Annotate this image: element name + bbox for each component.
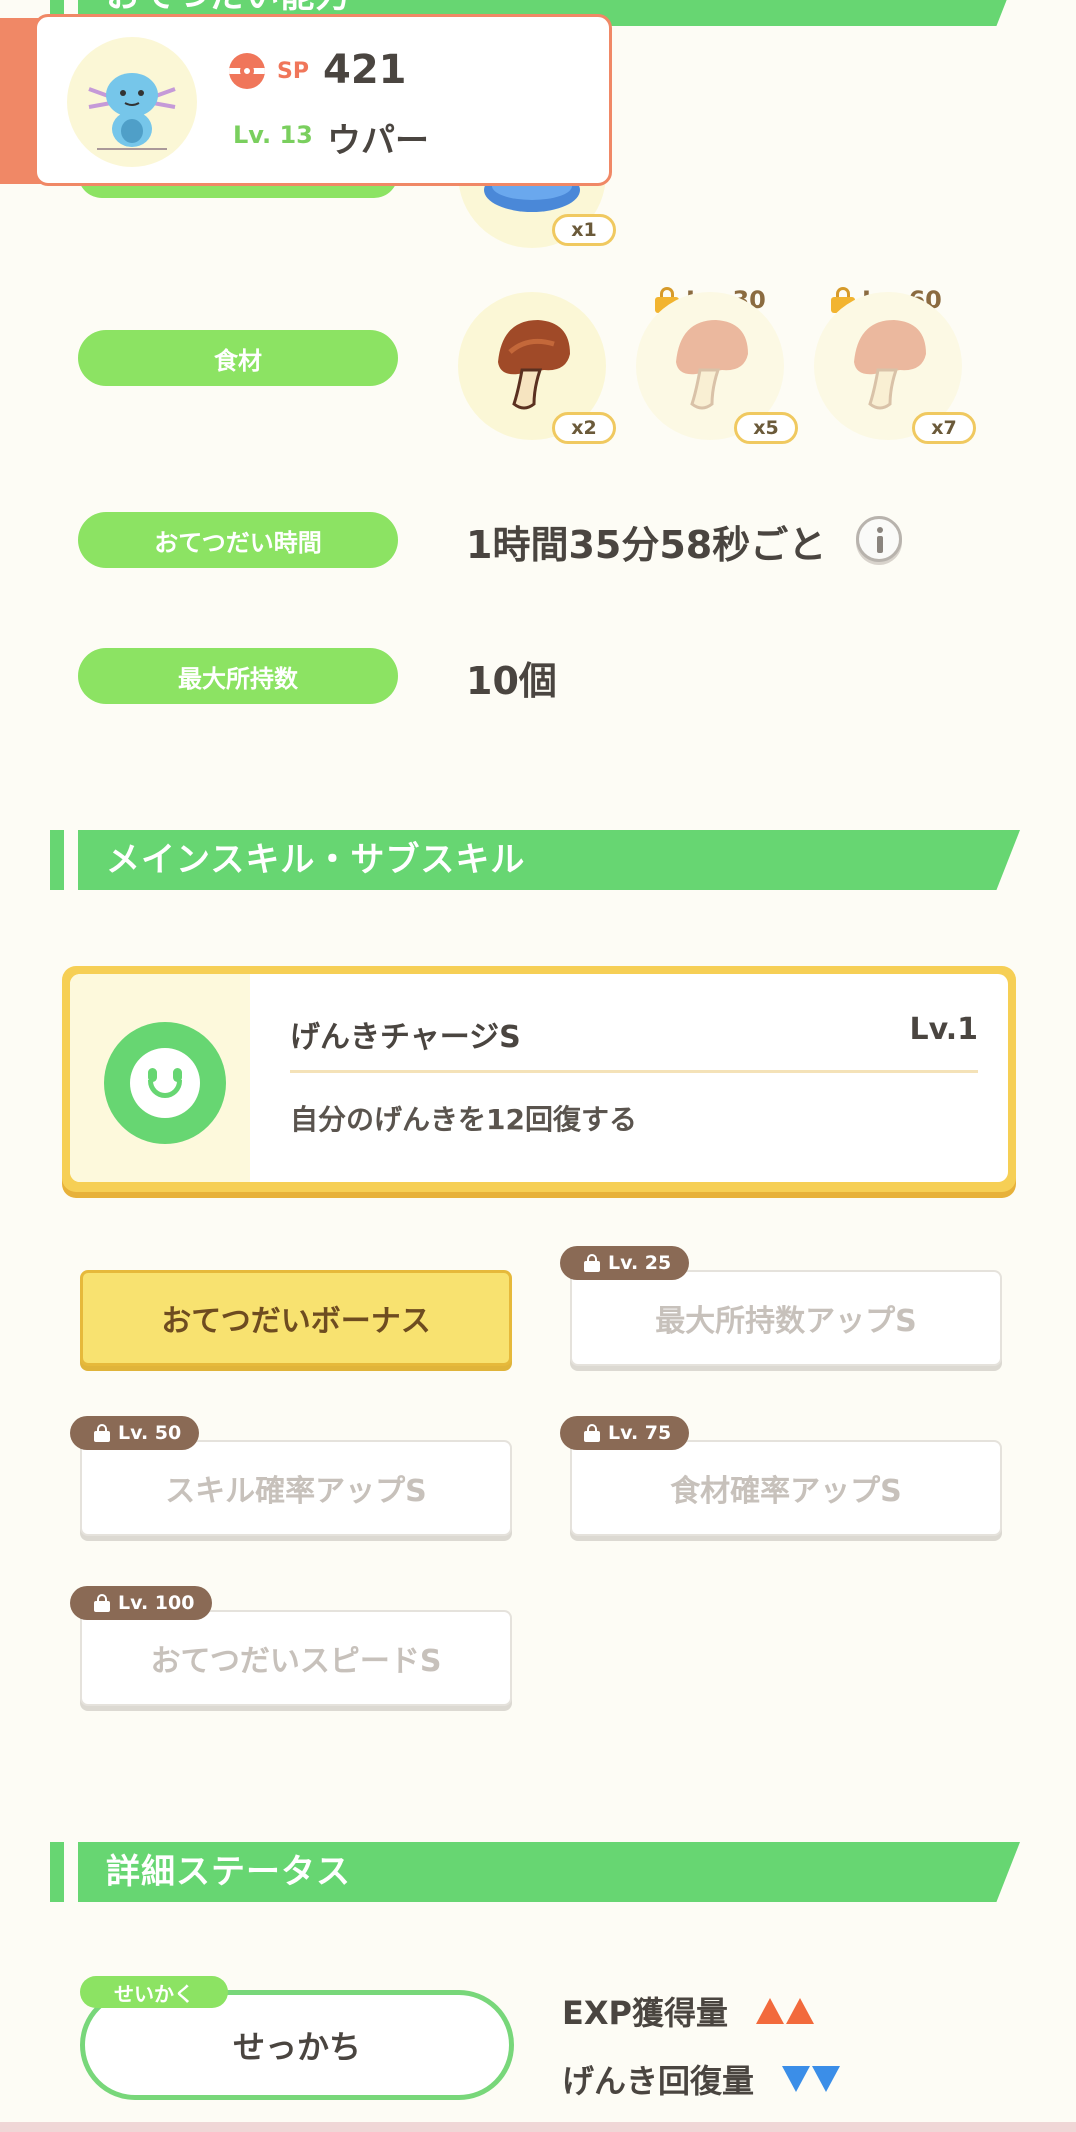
sub-skill-lock-tag-2: Lv. 25 [560,1246,690,1280]
nature-tag: せいかく [80,1976,228,2008]
bottom-edge [0,2122,1076,2132]
sub-skill-1[interactable]: おてつだいボーナス [80,1270,512,1366]
sub-skill-lock-tag-3: Lv. 50 [70,1416,200,1450]
section-title: 詳細ステータス [106,1852,351,1892]
pokemon-level: Lv. 13 [233,121,313,149]
help-time-value: 1時間35分58秒ごと [466,523,827,567]
main-skill-name: げんきチャージS [290,1020,521,1055]
max-carry-value: 10個 [466,659,557,703]
sub-skill-label: おてつだいスピードS [150,1644,442,1679]
sub-skill-lock-level: Lv. 75 [608,1422,672,1444]
nature-effect-label: EXP獲得量 [562,1994,728,2032]
card-panel: SP 421 Lv. 13 ウパー [34,14,612,186]
sub-skill-5[interactable]: おてつだいスピードS [80,1610,512,1706]
sub-skill-lock-tag-4: Lv. 75 [560,1416,690,1450]
sub-skill-lock-level: Lv. 25 [608,1252,672,1274]
max-carry-label: 最大所持数 [78,648,398,704]
sp-value: 421 [323,47,407,93]
ingredient-count-2: x5 [734,412,798,444]
ingredient-count-3: x7 [912,412,976,444]
main-skill-inner: げんきチャージS Lv.1 自分のげんきを12回復する [70,974,1008,1182]
section-title: メインスキル・サブスキル [106,840,526,880]
down-arrow-icon [782,2066,841,2092]
info-icon[interactable] [856,516,902,562]
up-arrow-icon [756,1998,814,2024]
ingredient-count-1: x2 [552,412,616,444]
sub-skill-3[interactable]: スキル確率アップS [80,1440,512,1536]
pokeball-icon [229,53,265,89]
section-header-detail: 詳細ステータス [50,1842,1020,1902]
pokemon-card[interactable]: SP 421 Lv. 13 ウパー [0,14,612,188]
nature-effect-1: EXP獲得量 [562,1988,814,2034]
sub-skill-label: おてつだいボーナス [161,1304,431,1339]
nature-effect-2: げんき回復量 [562,2056,841,2102]
main-skill-divider [290,1070,978,1073]
sub-skill-2[interactable]: 最大所持数アップS [570,1270,1002,1366]
section-header-skills: メインスキル・サブスキル [50,830,1020,890]
berry-count-badge: x1 [552,214,616,246]
sub-skill-4[interactable]: 食材確率アップS [570,1440,1002,1536]
sub-skill-lock-level: Lv. 100 [118,1592,195,1614]
header-stripe [50,830,64,890]
nature-value: せっかち [232,2028,361,2066]
nature-effect-label: げんき回復量 [562,2062,755,2100]
lock-icon [94,1424,110,1442]
sub-skill-lock-tag-5: Lv. 100 [70,1586,213,1620]
sub-skill-label: スキル確率アップS [165,1474,427,1509]
main-skill-level: Lv.1 [909,1012,979,1047]
lock-icon [584,1424,600,1442]
help-time-label: おてつだい時間 [78,512,398,568]
wooper-icon [88,73,176,150]
header-stripe [50,1842,64,1902]
lock-icon [94,1594,110,1612]
sub-skill-label: 食材確率アップS [670,1474,902,1509]
sub-skill-lock-level: Lv. 50 [118,1422,182,1444]
sub-skill-label: 最大所持数アップS [655,1304,917,1339]
main-skill-icon-area [70,974,250,1182]
ingredients-label: 食材 [78,330,398,386]
main-skill-description: 自分のげんきを12回復する [290,1103,637,1136]
pokemon-avatar [67,37,197,167]
sp-label: SP [277,59,309,84]
pokemon-name: ウパー [327,121,429,161]
main-skill-card[interactable]: げんきチャージS Lv.1 自分のげんきを12回復する [62,966,1016,1192]
smile-icon [104,1022,226,1144]
lock-icon [584,1254,600,1272]
